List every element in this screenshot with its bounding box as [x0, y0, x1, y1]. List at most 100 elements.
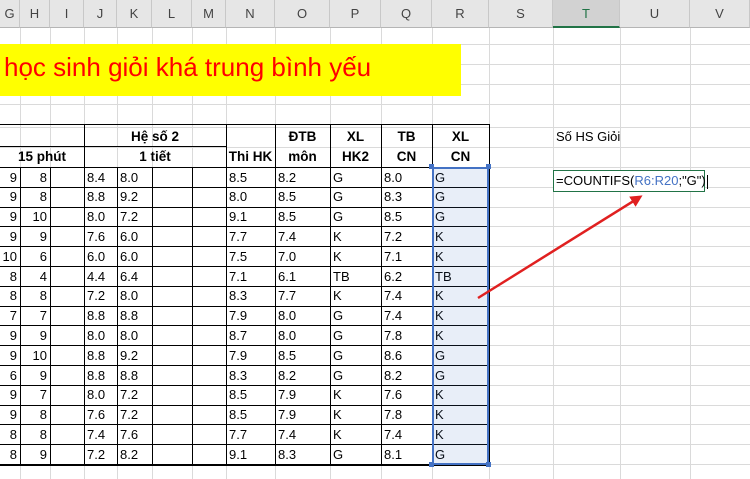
- cell-p-row-10[interactable]: G: [330, 346, 381, 366]
- cell-h-row-13[interactable]: 8: [20, 405, 50, 425]
- cell-g-row-3[interactable]: 9: [0, 207, 20, 227]
- header-dtb-line2[interactable]: môn: [275, 147, 330, 167]
- cell-j-row-15[interactable]: 7.2: [84, 445, 117, 465]
- cell-n-row-5[interactable]: 7.5: [226, 247, 275, 267]
- cell-p-row-4[interactable]: K: [330, 227, 381, 247]
- cell-q-row-11[interactable]: 8.2: [381, 366, 432, 386]
- cell-n-row-14[interactable]: 7.7: [226, 425, 275, 445]
- cell-p-row-12[interactable]: K: [330, 385, 381, 405]
- cell-h-row-6[interactable]: 4: [20, 267, 50, 287]
- cell-n-row-6[interactable]: 7.1: [226, 267, 275, 287]
- cell-k-row-6[interactable]: 6.4: [117, 267, 152, 287]
- header-15-phut[interactable]: 15 phút: [0, 147, 84, 167]
- cell-k-row-13[interactable]: 7.2: [117, 405, 152, 425]
- header-tb-cn-line1[interactable]: TB: [381, 127, 432, 147]
- cell-j-row-14[interactable]: 7.4: [84, 425, 117, 445]
- cell-p-row-1[interactable]: G: [330, 168, 381, 188]
- cell-q-row-5[interactable]: 7.1: [381, 247, 432, 267]
- header-tb-cn-line2[interactable]: CN: [381, 147, 432, 167]
- cell-j-row-5[interactable]: 6.0: [84, 247, 117, 267]
- cell-j-row-2[interactable]: 8.8: [84, 187, 117, 207]
- cell-q-row-3[interactable]: 8.5: [381, 207, 432, 227]
- header-he-so-2[interactable]: Hệ số 2: [84, 127, 226, 147]
- cell-p-row-6[interactable]: TB: [330, 267, 381, 287]
- cell-q-row-8[interactable]: 7.4: [381, 306, 432, 326]
- column-header-p[interactable]: P: [330, 0, 381, 28]
- cell-o-row-10[interactable]: 8.5: [275, 346, 330, 366]
- header-xl-hk2-line2[interactable]: HK2: [330, 147, 381, 167]
- column-header-j[interactable]: J: [84, 0, 117, 28]
- cell-k-row-1[interactable]: 8.0: [117, 168, 152, 188]
- cell-q-row-7[interactable]: 7.4: [381, 286, 432, 306]
- header-thi-hk[interactable]: Thi HK: [226, 147, 275, 167]
- cell-q-row-6[interactable]: 6.2: [381, 267, 432, 287]
- cell-h-row-14[interactable]: 8: [20, 425, 50, 445]
- cell-k-row-7[interactable]: 8.0: [117, 286, 152, 306]
- cell-k-row-4[interactable]: 6.0: [117, 227, 152, 247]
- range-handle-top-left[interactable]: [429, 164, 434, 169]
- cell-h-row-11[interactable]: 9: [20, 366, 50, 386]
- cell-n-row-13[interactable]: 8.5: [226, 405, 275, 425]
- cell-p-row-3[interactable]: G: [330, 207, 381, 227]
- cell-k-row-5[interactable]: 6.0: [117, 247, 152, 267]
- cell-k-row-2[interactable]: 9.2: [117, 187, 152, 207]
- cell-h-row-12[interactable]: 7: [20, 385, 50, 405]
- header-xl-cn-line1[interactable]: XL: [432, 127, 489, 147]
- cell-k-row-10[interactable]: 9.2: [117, 346, 152, 366]
- cell-p-row-11[interactable]: G: [330, 366, 381, 386]
- column-header-q[interactable]: Q: [381, 0, 432, 28]
- cell-q-row-10[interactable]: 8.6: [381, 346, 432, 366]
- cell-o-row-9[interactable]: 8.0: [275, 326, 330, 346]
- cell-g-row-8[interactable]: 7: [0, 306, 20, 326]
- header-xl-hk2-line1[interactable]: XL: [330, 127, 381, 147]
- range-handle-bottom-left[interactable]: [429, 462, 434, 467]
- column-header-k[interactable]: K: [117, 0, 152, 28]
- cell-p-row-9[interactable]: G: [330, 326, 381, 346]
- range-handle-bottom-right[interactable]: [486, 462, 491, 467]
- column-header-n[interactable]: N: [226, 0, 275, 28]
- cell-j-row-1[interactable]: 8.4: [84, 168, 117, 188]
- cell-p-row-5[interactable]: K: [330, 247, 381, 267]
- cell-g-row-11[interactable]: 6: [0, 366, 20, 386]
- cell-n-row-4[interactable]: 7.7: [226, 227, 275, 247]
- cell-g-row-6[interactable]: 8: [0, 267, 20, 287]
- cell-n-row-12[interactable]: 8.5: [226, 385, 275, 405]
- cell-g-row-4[interactable]: 9: [0, 227, 20, 247]
- cell-k-row-15[interactable]: 8.2: [117, 445, 152, 465]
- header-xl-cn-line2[interactable]: CN: [432, 147, 489, 167]
- column-header-o[interactable]: O: [275, 0, 330, 28]
- cell-h-row-4[interactable]: 9: [20, 227, 50, 247]
- cell-o-row-1[interactable]: 8.2: [275, 168, 330, 188]
- cell-h-row-7[interactable]: 8: [20, 286, 50, 306]
- header-dtb-line1[interactable]: ĐTB: [275, 127, 330, 147]
- cell-o-row-3[interactable]: 8.5: [275, 207, 330, 227]
- cell-j-row-11[interactable]: 8.8: [84, 366, 117, 386]
- cell-k-row-9[interactable]: 8.0: [117, 326, 152, 346]
- cell-j-row-7[interactable]: 7.2: [84, 286, 117, 306]
- cell-k-row-12[interactable]: 7.2: [117, 385, 152, 405]
- column-header-m[interactable]: M: [192, 0, 226, 28]
- formula-edit-cell[interactable]: =COUNTIFS(R6:R20;"G"): [553, 170, 708, 192]
- cell-h-row-1[interactable]: 8: [20, 168, 50, 188]
- cell-k-row-11[interactable]: 8.8: [117, 366, 152, 386]
- cell-o-row-2[interactable]: 8.5: [275, 187, 330, 207]
- cell-g-row-7[interactable]: 8: [0, 286, 20, 306]
- cell-k-row-8[interactable]: 8.8: [117, 306, 152, 326]
- cell-o-row-13[interactable]: 7.9: [275, 405, 330, 425]
- cell-q-row-9[interactable]: 7.8: [381, 326, 432, 346]
- cell-h-row-15[interactable]: 9: [20, 445, 50, 465]
- cell-o-row-6[interactable]: 6.1: [275, 267, 330, 287]
- cell-g-row-9[interactable]: 9: [0, 326, 20, 346]
- cell-g-row-14[interactable]: 8: [0, 425, 20, 445]
- cell-g-row-5[interactable]: 10: [0, 247, 20, 267]
- cell-j-row-4[interactable]: 7.6: [84, 227, 117, 247]
- column-header-t[interactable]: T: [553, 0, 620, 28]
- cell-q-row-15[interactable]: 8.1: [381, 445, 432, 465]
- cell-p-row-14[interactable]: K: [330, 425, 381, 445]
- spreadsheet[interactable]: GHIJKLMNOPQRSTUV học sinh giỏi khá trung…: [0, 0, 750, 479]
- cell-h-row-2[interactable]: 8: [20, 187, 50, 207]
- cell-n-row-15[interactable]: 9.1: [226, 445, 275, 465]
- cell-q-row-14[interactable]: 7.4: [381, 425, 432, 445]
- cell-j-row-12[interactable]: 8.0: [84, 385, 117, 405]
- cell-p-row-7[interactable]: K: [330, 286, 381, 306]
